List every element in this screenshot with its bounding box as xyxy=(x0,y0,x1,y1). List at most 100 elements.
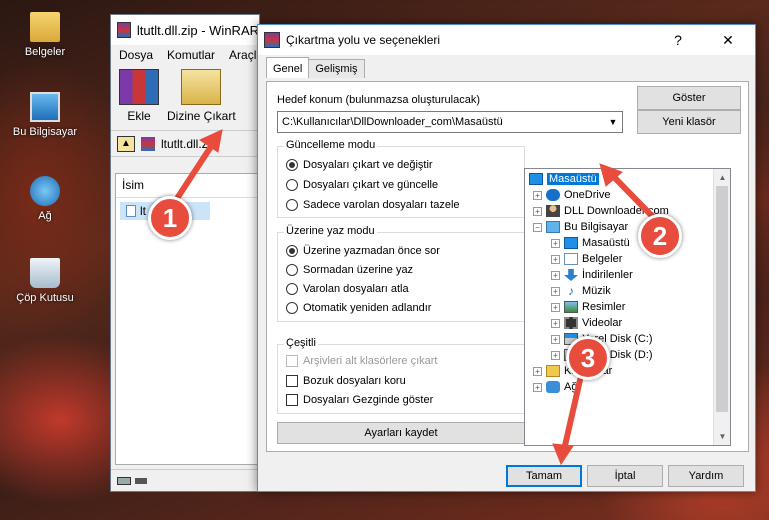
desktop-icon-computer[interactable]: Bu Bilgisayar xyxy=(0,92,90,138)
add-archive-icon xyxy=(119,69,159,105)
overwrite-option-overwrite[interactable]: Sormadan üzerine yaz xyxy=(286,264,413,276)
radio-button[interactable] xyxy=(286,199,298,211)
close-button[interactable]: ✕ xyxy=(711,25,745,55)
tree-node-this-pc[interactable]: − Bu Bilgisayar xyxy=(533,219,628,235)
dialog-title-bar[interactable]: Çıkartma yolu ve seçenekleri ? ✕ xyxy=(258,25,755,55)
expand-icon[interactable]: + xyxy=(551,318,560,328)
tree-node-label: Bu Bilgisayar xyxy=(564,221,629,233)
tree-node-videos[interactable]: + Videolar xyxy=(551,315,622,331)
desktop-icon-recycle-bin[interactable]: Çöp Kutusu xyxy=(0,258,90,304)
overwrite-option-skip[interactable]: Varolan dosyaları atla xyxy=(286,283,409,295)
drive-status-icon xyxy=(117,476,131,485)
expand-icon[interactable]: + xyxy=(533,382,542,392)
radio-button[interactable] xyxy=(286,302,298,314)
radio-button[interactable] xyxy=(286,245,298,257)
collapse-icon[interactable]: − xyxy=(533,222,542,232)
tree-node-network[interactable]: + Ağ xyxy=(533,379,577,395)
radio-button[interactable] xyxy=(286,264,298,276)
tree-node-music[interactable]: + ♪ Müzik xyxy=(551,283,611,299)
expand-icon[interactable]: + xyxy=(551,302,560,312)
menu-item-dosya[interactable]: Dosya xyxy=(119,48,153,62)
misc-option-keep-broken[interactable]: Bozuk dosyaları koru xyxy=(286,375,406,387)
dialog-title: Çıkartma yolu ve seçenekleri xyxy=(286,33,441,47)
overwrite-option-ask[interactable]: Üzerine yazmadan önce sor xyxy=(286,245,440,257)
extract-to-button[interactable]: Dizine Çıkart xyxy=(167,69,236,126)
tab-gelismis[interactable]: Gelişmiş xyxy=(308,59,365,78)
videos-icon xyxy=(564,317,578,329)
radio-button[interactable] xyxy=(286,159,298,171)
update-option-freshen[interactable]: Sadece varolan dosyaları tazele xyxy=(286,199,460,211)
tree-node-label: Masaüstü xyxy=(582,237,630,249)
desktop-icon-documents[interactable]: Belgeler xyxy=(0,12,90,58)
extract-folder-icon xyxy=(181,69,222,105)
tree-scrollbar[interactable]: ▲ ▼ xyxy=(713,169,730,445)
radio-button[interactable] xyxy=(286,179,298,191)
documents-icon xyxy=(564,253,578,265)
update-mode-group: Güncelleme modu Dosyaları çıkart ve deği… xyxy=(277,139,525,218)
desktop-icon-label: Bu Bilgisayar xyxy=(12,126,78,138)
update-option-extract-replace[interactable]: Dosyaları çıkart ve değiştir xyxy=(286,159,433,171)
network-icon xyxy=(546,381,560,393)
ok-button[interactable]: Tamam xyxy=(506,465,582,487)
misc-option-subfolders[interactable]: Arşivleri alt klasörlere çıkart xyxy=(286,355,437,367)
add-button[interactable]: Ekle xyxy=(119,69,159,126)
network-icon xyxy=(30,176,60,206)
up-folder-icon[interactable]: ▲ xyxy=(117,135,135,152)
cancel-button[interactable]: İptal xyxy=(587,465,663,487)
expand-icon[interactable]: + xyxy=(551,254,560,264)
tree-node-documents[interactable]: + Belgeler xyxy=(551,251,622,267)
winrar-title-bar[interactable]: ltutlt.dll.zip - WinRAR xyxy=(111,15,259,45)
desktop-icon xyxy=(529,173,543,185)
expand-icon[interactable]: + xyxy=(533,190,542,200)
expand-icon[interactable]: + xyxy=(533,366,542,376)
expand-icon[interactable]: + xyxy=(551,350,560,360)
radio-button[interactable] xyxy=(286,283,298,295)
expand-icon[interactable]: + xyxy=(533,206,542,216)
save-settings-button[interactable]: Ayarları kaydet xyxy=(277,422,525,444)
tree-node-downloads[interactable]: + İndirilenler xyxy=(551,267,633,283)
chevron-down-icon[interactable]: ▼ xyxy=(604,112,622,132)
tree-node-desktop[interactable]: Masaüstü xyxy=(529,171,599,187)
menu-item-araclar[interactable]: Araçlar xyxy=(229,48,259,62)
help-title-button[interactable]: ? xyxy=(661,25,695,55)
option-label: Dosyaları çıkart ve değiştir xyxy=(303,159,433,171)
update-option-extract-update[interactable]: Dosyaları çıkart ve güncelle xyxy=(286,179,438,191)
expand-icon[interactable]: + xyxy=(551,238,560,248)
desktop-icon-network[interactable]: Ağ xyxy=(0,176,90,222)
expand-icon[interactable]: + xyxy=(551,270,560,280)
winrar-toolbar: Ekle Dizine Çıkart xyxy=(111,65,259,131)
tree-node-pictures[interactable]: + Resimler xyxy=(551,299,625,315)
expand-icon[interactable]: + xyxy=(551,286,560,296)
option-label: Otomatik yeniden adlandır xyxy=(303,302,432,314)
misc-option-show-in-explorer[interactable]: Dosyaları Gezginde göster xyxy=(286,394,433,406)
overwrite-option-rename[interactable]: Otomatik yeniden adlandır xyxy=(286,302,431,314)
destination-path-combo[interactable]: C:\Kullanıcılar\DllDownloader_com\Masaüs… xyxy=(277,111,623,133)
scroll-up-icon[interactable]: ▲ xyxy=(714,169,730,186)
scroll-thumb[interactable] xyxy=(716,186,728,412)
tree-node-label: İndirilenler xyxy=(582,269,633,281)
checkbox[interactable] xyxy=(286,375,298,387)
column-header-name[interactable]: İsim xyxy=(116,174,258,198)
tree-node-pc-desktop[interactable]: + Masaüstü xyxy=(551,235,630,251)
expand-icon[interactable]: + xyxy=(551,334,560,344)
menu-item-komutlar[interactable]: Komutlar xyxy=(167,48,215,62)
archive-path[interactable]: ltutlt.dll.zip xyxy=(161,137,217,151)
tab-panel-genel: Hedef konum (bulunmazsa oluşturulacak) C… xyxy=(266,81,749,452)
scroll-down-icon[interactable]: ▼ xyxy=(714,428,730,445)
computer-icon xyxy=(30,92,60,122)
help-button[interactable]: Yardım xyxy=(668,465,744,487)
file-name: lt xyxy=(140,204,146,218)
winrar-menu-bar: Dosya Komutlar Araçlar xyxy=(111,45,259,65)
documents-folder-icon xyxy=(30,12,60,42)
desktop-icon-label: Çöp Kutusu xyxy=(16,292,74,304)
checkbox[interactable] xyxy=(286,355,298,367)
option-label: Sormadan üzerine yaz xyxy=(303,264,414,276)
tree-node-label: Ağ xyxy=(564,381,578,393)
folder-tree[interactable]: Masaüstü + OneDrive + DLL Downloader.com… xyxy=(524,168,731,446)
checkbox[interactable] xyxy=(286,394,298,406)
tree-node-onedrive[interactable]: + OneDrive xyxy=(533,187,610,203)
new-folder-button[interactable]: Yeni klasör xyxy=(637,110,741,134)
show-button[interactable]: Göster xyxy=(637,86,741,110)
key-status-icon xyxy=(135,477,147,484)
tab-genel[interactable]: Genel xyxy=(266,57,310,78)
